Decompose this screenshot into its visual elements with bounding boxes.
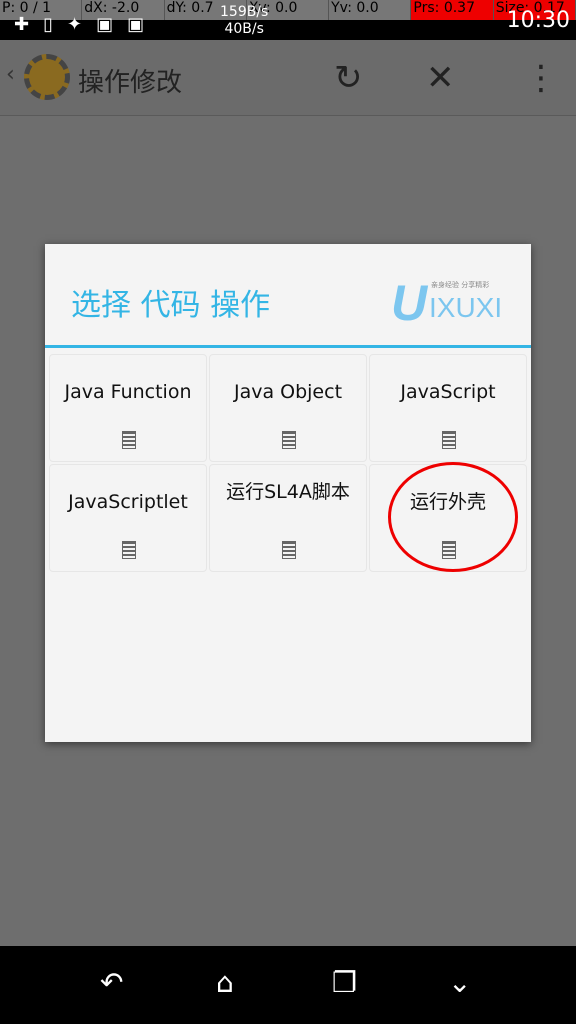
- status-bar: P: 0 / 1 dX: -2.0 dY: 0.7 Xv: 0.0 Yv: 0.…: [0, 0, 576, 40]
- document-icon: [122, 431, 136, 449]
- item-label: JavaScript: [400, 381, 496, 403]
- item-label: Java Function: [64, 381, 192, 403]
- more-icon[interactable]: ⋮: [524, 58, 558, 98]
- pointer-yv: Yv: 0.0: [329, 0, 412, 20]
- item-label: Java Object: [233, 381, 343, 403]
- action-run-sl4a-script[interactable]: 运行SL4A脚本: [209, 464, 367, 572]
- network-speed: 159B/s 40B/s: [220, 4, 268, 38]
- close-icon[interactable]: ✕: [426, 58, 455, 98]
- back-nav-icon[interactable]: ↶: [100, 966, 123, 999]
- home-icon[interactable]: ⌂: [216, 966, 234, 999]
- recents-icon[interactable]: ❐: [332, 966, 357, 999]
- watermark-logo: U IXUXI 亲身经验 分享精彩: [391, 275, 503, 331]
- item-label: JavaScriptlet: [68, 491, 188, 513]
- net-down: 40B/s: [224, 21, 264, 37]
- action-javascriptlet[interactable]: JavaScriptlet: [49, 464, 207, 572]
- item-label: 运行SL4A脚本: [226, 481, 350, 503]
- notification-icons: ✚▯✦▣▣: [14, 14, 159, 35]
- select-action-dialog: 选择 代码 操作 U IXUXI 亲身经验 分享精彩 Java Function J…: [45, 244, 531, 742]
- action-javascript[interactable]: JavaScript: [369, 354, 527, 462]
- document-icon: [442, 431, 456, 449]
- document-icon: [122, 541, 136, 559]
- net-up: 159B/s: [220, 4, 269, 20]
- title-divider: [45, 345, 531, 348]
- clock: 10:30: [506, 8, 570, 33]
- red-annotation-circle: [388, 462, 518, 572]
- hide-keyboard-icon[interactable]: ⌄: [448, 966, 471, 999]
- back-icon[interactable]: ‹: [6, 62, 15, 87]
- app-logo[interactable]: [24, 54, 70, 100]
- app-bar: ‹ 操作修改 ↻ ✕ ⋮: [0, 40, 576, 116]
- dialog-title: 选择 代码 操作: [71, 288, 271, 323]
- document-icon: [282, 431, 296, 449]
- action-java-object[interactable]: Java Object: [209, 354, 367, 462]
- action-java-function[interactable]: Java Function: [49, 354, 207, 462]
- refresh-icon[interactable]: ↻: [334, 58, 363, 98]
- pointer-pressure: Prs: 0.37: [411, 0, 494, 20]
- app-title: 操作修改: [78, 68, 183, 98]
- navigation-bar: ↶ ⌂ ❐ ⌄: [0, 946, 576, 1024]
- document-icon: [282, 541, 296, 559]
